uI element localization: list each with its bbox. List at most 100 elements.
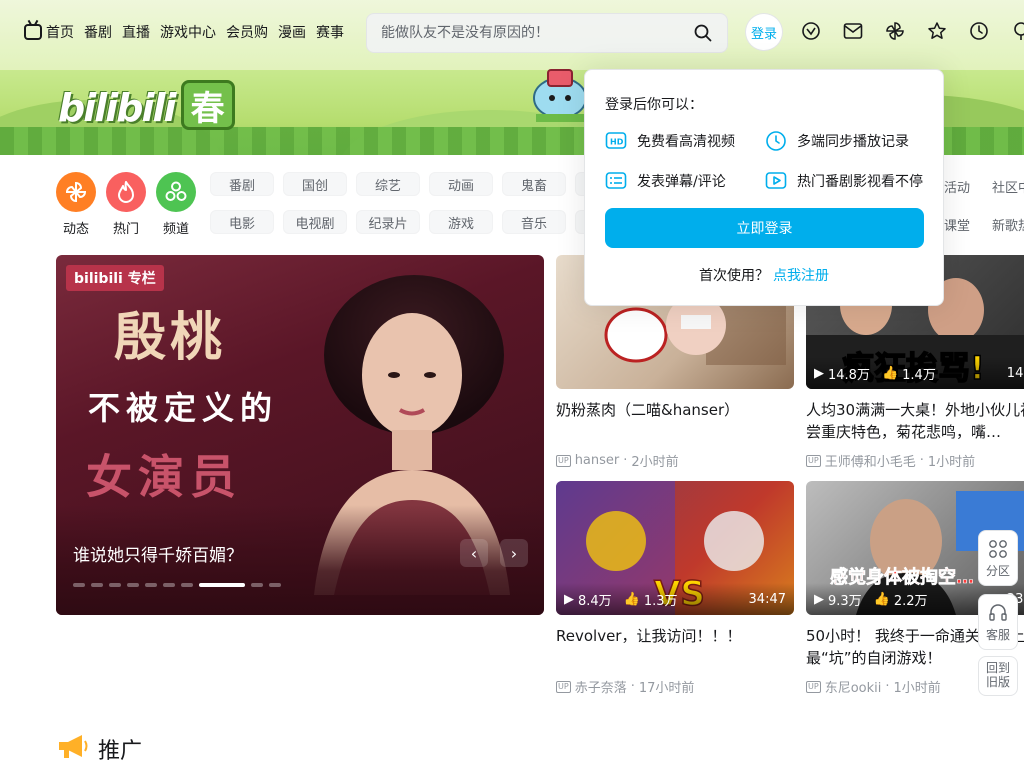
carousel-dot[interactable]: [163, 583, 175, 587]
like-icon: 👍: [623, 591, 640, 607]
video-uploader[interactable]: 东尼ookii: [825, 677, 882, 696]
channel-icon: [156, 172, 196, 212]
history-icon[interactable]: [968, 20, 990, 42]
category-chip[interactable]: 番剧: [210, 172, 274, 196]
like-count-value: 2.2万: [893, 593, 928, 609]
video-title[interactable]: 人均30满满一大桌！外地小伙儿初尝重庆特色，菊花悲鸣，嘴…: [806, 399, 1024, 443]
carousel-dot[interactable]: [269, 583, 281, 587]
top-nav: 首页 番剧 直播 游戏中心 会员购 漫画 赛事 登录: [0, 0, 1024, 64]
video-time: 17小时前: [638, 681, 695, 696]
dynamic-icon[interactable]: [884, 20, 906, 42]
carousel-dot[interactable]: [181, 583, 193, 587]
float-zone-button[interactable]: 分区: [978, 530, 1018, 586]
float-service-button[interactable]: 客服: [978, 594, 1018, 650]
carousel-dot[interactable]: [127, 583, 139, 587]
video-uploader[interactable]: 赤子奈落: [575, 677, 627, 696]
carousel-dot[interactable]: [109, 583, 121, 587]
float-old-version-button[interactable]: 回到旧版: [978, 656, 1018, 696]
feature-hd-label: 免费看高清视频: [637, 134, 735, 150]
search-input[interactable]: [367, 14, 685, 52]
feature-hd: HD 免费看高清视频: [605, 130, 735, 152]
feature-anime-label: 热门番剧影视看不停: [797, 174, 923, 190]
feature-danmaku-label: 发表弹幕/评论: [637, 174, 726, 190]
video-title[interactable]: Revolver，让我访问！！！: [556, 625, 794, 669]
category-chip[interactable]: 纪录片: [356, 210, 420, 234]
category-link-new-songs[interactable]: 新歌热: [992, 215, 1024, 234]
category-chip[interactable]: 国创: [283, 172, 347, 196]
search-bar: [366, 13, 728, 53]
category-chip[interactable]: 鬼畜: [502, 172, 566, 196]
category-chip[interactable]: 电影: [210, 210, 274, 234]
quick-channel[interactable]: 频道: [156, 172, 196, 237]
page: bilibili 春 首页 番剧 直播 游戏中心 会员购 漫画 赛事 登录: [0, 0, 1024, 768]
bilibili-logo[interactable]: bilibili 春: [58, 80, 235, 130]
banner-mascot: [533, 69, 587, 122]
nav-live[interactable]: 直播: [122, 22, 150, 42]
video-uploader[interactable]: 王师傅和小毛毛: [825, 451, 916, 470]
video-uploader[interactable]: hanser: [575, 453, 620, 468]
login-popover: 登录后你可以： HD 免费看高清视频 多端同步播放记录 发表弹幕/评论 热门番剧…: [584, 69, 944, 306]
category-chip[interactable]: 游戏: [429, 210, 493, 234]
play-count-value: 14.8万: [828, 367, 870, 383]
category-chip[interactable]: 综艺: [356, 172, 420, 196]
favorite-icon[interactable]: [926, 20, 948, 42]
vip-icon[interactable]: [800, 20, 822, 42]
play-count: ▶ 14.8万: [814, 364, 870, 383]
like-count: 👍 1.4万: [882, 364, 936, 383]
nav-game-center[interactable]: 游戏中心: [160, 22, 216, 42]
play-count: ▶ 9.3万: [814, 590, 862, 609]
video-duration: 14:4: [1006, 365, 1024, 381]
meta-separator: ·: [885, 679, 890, 694]
video-time: 2小时前: [631, 455, 679, 470]
register-link[interactable]: 点我注册: [773, 268, 829, 284]
danmaku-icon: [605, 170, 627, 192]
nav-home-label: 首页: [46, 25, 74, 41]
promo-title: 推广: [98, 739, 143, 764]
headset-icon: [979, 603, 1017, 626]
video-meta: UP 赤子奈落 · 17小时前: [556, 677, 794, 696]
carousel-dot[interactable]: [91, 583, 103, 587]
nav-vip-shop[interactable]: 会员购: [226, 22, 268, 42]
category-link-activity[interactable]: 活动: [944, 177, 970, 196]
carousel-dot[interactable]: [251, 583, 263, 587]
login-now-button[interactable]: 立即登录: [605, 208, 924, 248]
nav-anime[interactable]: 番剧: [84, 22, 112, 42]
like-icon: 👍: [881, 365, 899, 381]
quick-hot[interactable]: 热门: [106, 172, 146, 237]
video-stats: ▶14.8万 👍1.4万 14:4: [806, 357, 1024, 389]
nav-esports[interactable]: 赛事: [316, 22, 344, 42]
carousel-dot[interactable]: [73, 583, 85, 587]
message-icon[interactable]: [842, 20, 864, 42]
category-chip[interactable]: 音乐: [502, 210, 566, 234]
nav-manga[interactable]: 漫画: [278, 22, 306, 42]
category-link-class[interactable]: 课堂: [944, 215, 970, 234]
play-icon: ▶: [814, 365, 824, 381]
play-count-value: 9.3万: [828, 593, 862, 609]
carousel-dot[interactable]: [145, 583, 157, 587]
megaphone-icon: [56, 733, 90, 765]
category-chip[interactable]: 动画: [429, 172, 493, 196]
carousel-dot[interactable]: [199, 583, 245, 587]
carousel-next-button[interactable]: ›: [500, 539, 528, 567]
play-icon: [765, 170, 787, 192]
category-link-community[interactable]: 社区中: [992, 177, 1024, 196]
logo-badge: 春: [180, 80, 235, 130]
nav-links: 首页 番剧 直播 游戏中心 会员购 漫画 赛事: [24, 22, 354, 42]
search-icon[interactable]: [685, 15, 721, 51]
category-chip[interactable]: 电视剧: [283, 210, 347, 234]
carousel-prev-button[interactable]: ‹: [460, 539, 488, 567]
nav-home[interactable]: 首页: [24, 22, 74, 42]
creation-icon[interactable]: [1010, 20, 1024, 42]
fire-icon: [106, 172, 146, 212]
svg-text:HD: HD: [610, 138, 624, 147]
video-card[interactable]: VS ▶8.4万 👍1.3万 34:47 Revolver，让我访问！！！ UP…: [556, 481, 794, 696]
carousel-caption[interactable]: 谁说她只得千娇百媚？: [73, 541, 243, 566]
video-time: 1小时前: [927, 455, 976, 470]
video-title[interactable]: 奶粉蒸肉（二喵&hanser）: [556, 399, 794, 443]
quick-hot-label: 热门: [112, 222, 139, 237]
login-avatar-button[interactable]: 登录: [746, 14, 782, 50]
video-thumbnail[interactable]: VS ▶8.4万 👍1.3万 34:47: [556, 481, 794, 615]
hero-carousel[interactable]: bilibili 专栏 殷桃 不被定义的 女演员 谁说她只得千娇百媚？ ‹ ›: [56, 255, 544, 615]
video-time: 1小时前: [893, 681, 941, 696]
quick-dynamic[interactable]: 动态: [56, 172, 96, 237]
